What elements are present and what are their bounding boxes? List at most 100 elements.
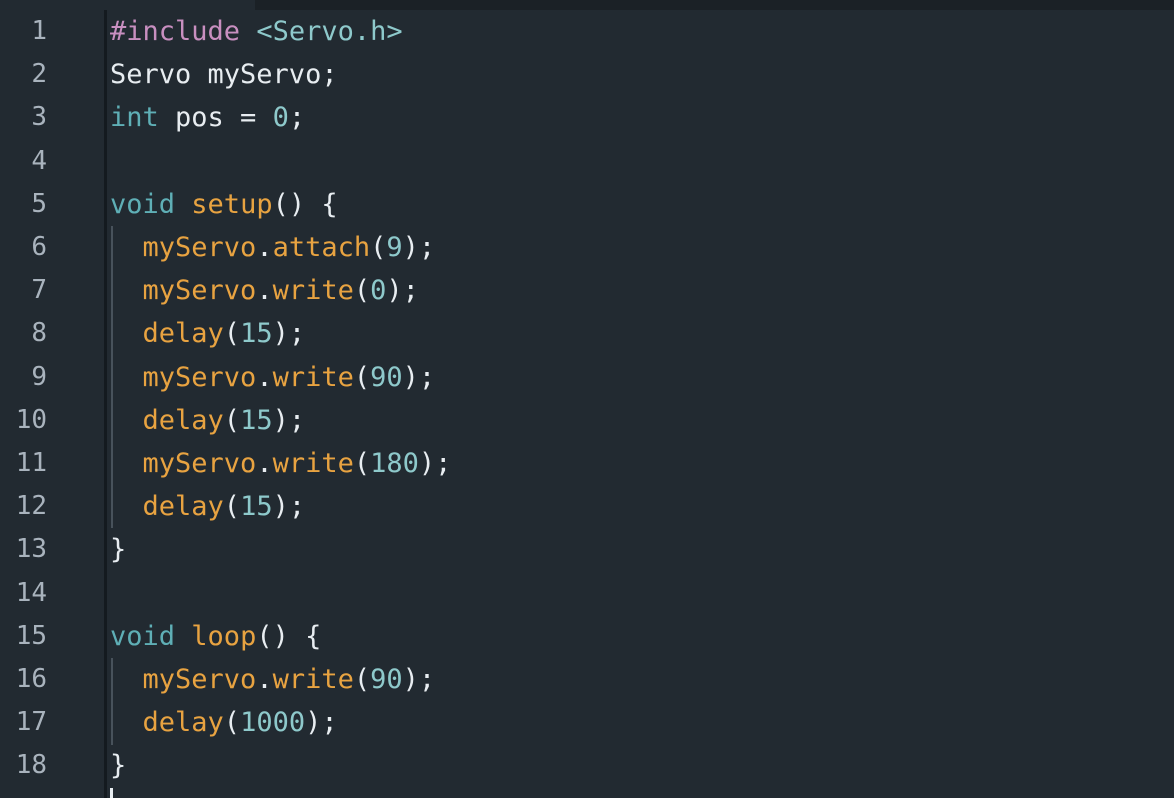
code-token-plain: ); [402,361,436,393]
code-token-number: 15 [240,404,273,436]
code-line[interactable]: } [110,528,126,571]
code-token-function: delay [142,707,224,739]
code-token-plain: ( [223,491,241,523]
code-token-plain: ( [370,232,387,263]
code-token-plain: ( [223,318,241,350]
code-line[interactable]: Servo myServo; [110,53,338,96]
code-token-plain: () { [256,620,322,652]
code-token-plain: ( [353,448,371,479]
code-token-number: 9 [386,232,403,263]
line-number: 12 [15,491,47,522]
code-token-function: myServo [142,664,257,695]
code-token-keyword: void [110,188,176,220]
line-number: 17 [15,707,47,738]
code-token-function: delay [142,491,224,523]
code-token-number: 1000 [240,707,306,739]
code-line[interactable]: delay(1000); [110,701,338,744]
code-token-keyword: void [110,620,176,652]
line-number: 11 [15,448,47,478]
code-line[interactable]: delay(15); [110,312,306,355]
code-token-plain: ); [272,404,306,436]
code-token-function: setup [191,188,273,220]
code-token-plain: ); [386,275,419,307]
code-token-function: attach [272,232,371,263]
code-token-directive: #include [110,16,241,47]
code-token-plain: ( [223,404,241,436]
code-line[interactable]: myServo.attach(9); [110,226,436,269]
code-token-plain: ( [353,664,371,695]
code-token-plain: . [256,448,273,479]
code-token-number: 15 [240,491,273,523]
code-token-function: myServo [142,361,257,393]
code-line[interactable]: #include <Servo.h> [110,10,403,53]
line-number: 1 [31,16,47,46]
code-token-plain: . [256,664,273,695]
line-number: 3 [31,102,47,133]
code-token-plain: . [256,275,273,307]
code-token-keyword: int [110,102,159,134]
code-token-number: 90 [370,664,403,695]
code-token-function: write [272,361,354,393]
code-editor[interactable]: 1 2 3 4 5 6 7 8 9 10 11 12 13 14 15 16 17 18 #include <Se… [0,0,1174,798]
line-number-gutter: 1 2 3 4 5 6 7 8 9 10 11 12 13 14 15 16 17 18 [0,0,104,798]
indent-guide [111,658,113,745]
line-number: 13 [15,534,47,565]
code-token-plain: ); [272,491,306,523]
code-token-number: 15 [240,318,273,350]
line-number: 7 [31,275,47,306]
code-token-plain: () { [272,188,338,220]
code-token-plain: ); [272,318,306,350]
code-token-number: 0 [272,102,289,134]
line-number: 9 [31,361,47,392]
code-token-header: <Servo.h> [256,16,403,47]
code-token-plain: ); [402,232,436,263]
code-token-plain: ; [288,102,306,134]
code-token-plain: ); [305,707,338,739]
code-token-function: write [272,664,354,695]
code-line[interactable]: void loop() { [110,615,321,658]
code-token-number: 0 [370,275,387,307]
code-token-plain: ( [223,707,241,739]
code-line[interactable]: } [110,744,126,787]
code-token-function: myServo [142,275,257,307]
code-token-function: myServo [142,232,257,263]
line-number: 4 [31,145,47,176]
code-line[interactable]: void setup() { [110,183,338,226]
code-token-function: write [272,448,354,479]
code-token-plain: ( [353,361,371,393]
code-line[interactable]: delay(15); [110,399,306,442]
code-token-function: write [272,275,354,307]
code-line[interactable]: myServo.write(90); [110,356,436,399]
line-number: 16 [15,664,47,694]
code-token-function: delay [142,318,224,350]
code-line[interactable]: int pos = 0; [110,96,305,139]
code-token-function: delay [142,404,224,436]
line-number: 6 [31,232,47,262]
gutter-divider [104,10,107,798]
code-line[interactable]: delay(15); [110,485,306,528]
code-token-plain: pos = [158,102,273,134]
code-token-number: 90 [370,361,403,393]
code-line[interactable]: myServo.write(180); [110,442,452,485]
code-line[interactable]: myServo.write(90); [110,658,436,701]
line-number: 18 [15,750,47,781]
code-token-number: 180 [370,448,419,479]
line-number: 8 [31,318,47,349]
line-number: 10 [15,404,47,435]
code-token-plain: Servo myServo; [110,59,338,91]
code-line[interactable]: myServo.write(0); [110,269,419,312]
code-token-plain: } [110,750,127,782]
code-token-function: loop [191,620,257,652]
text-cursor [110,788,113,798]
